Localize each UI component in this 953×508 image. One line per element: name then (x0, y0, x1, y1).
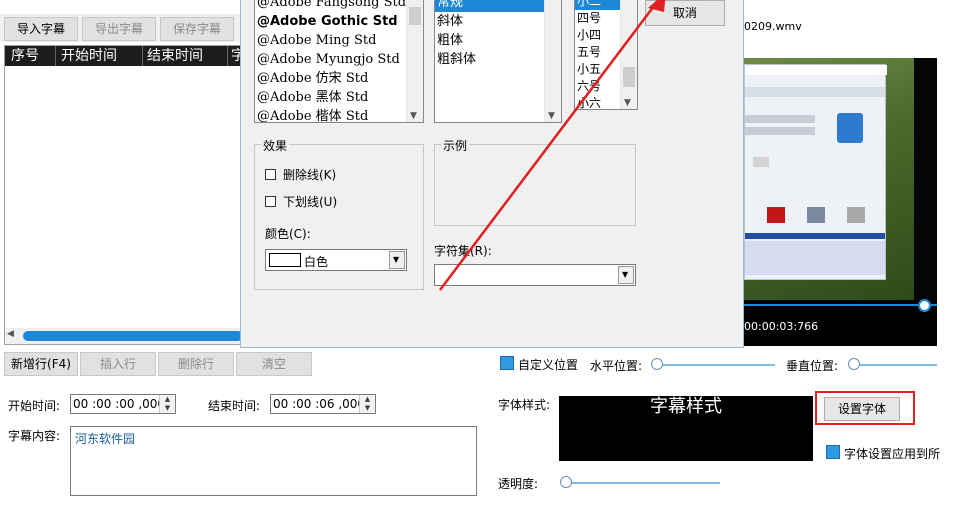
red-arrow-annotation (439, 0, 666, 291)
arrow-line (439, 1, 658, 291)
